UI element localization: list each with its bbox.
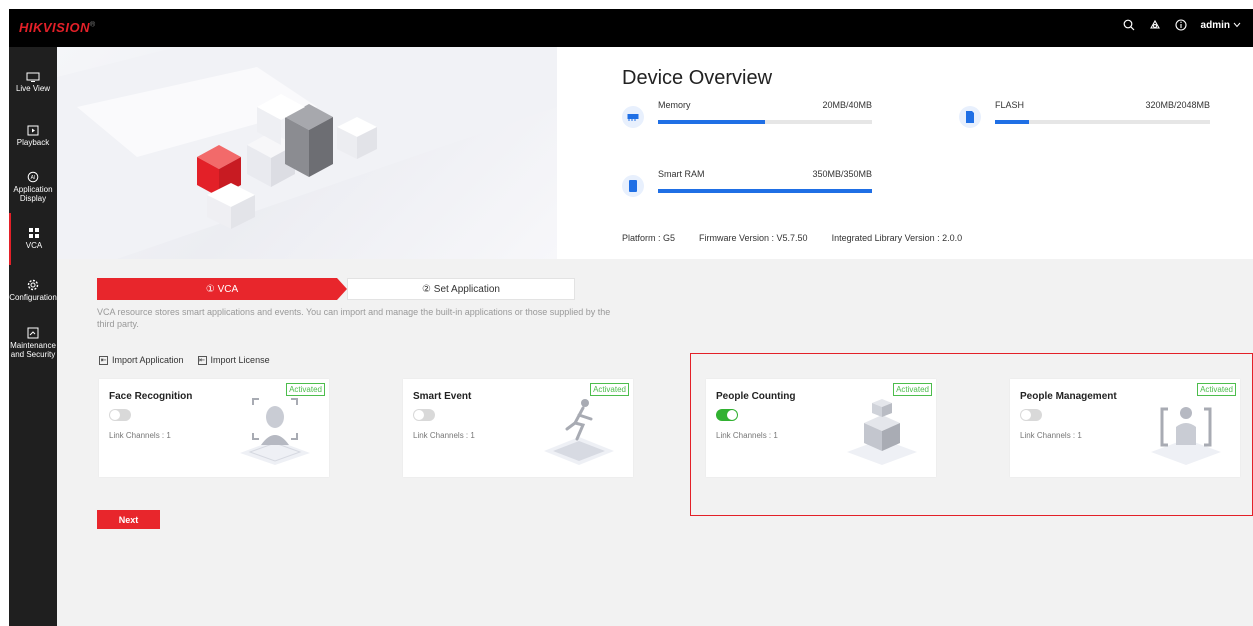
sidebar-item-live-view[interactable]: Live View bbox=[9, 57, 57, 109]
sidebar-item-vca[interactable]: VCA bbox=[9, 213, 57, 265]
device-overview-panel: Device Overview Memory 20MB/40MB FLASH 3… bbox=[57, 47, 1253, 259]
memory-progress bbox=[658, 120, 765, 124]
import-icon: ⇤ bbox=[99, 355, 108, 365]
import-application-button[interactable]: ⇤ Import Application bbox=[99, 355, 184, 365]
grid-icon bbox=[29, 228, 39, 239]
gear-icon bbox=[27, 280, 39, 291]
memory-icon bbox=[622, 106, 644, 128]
app-card-smart-event[interactable]: Smart Event Activated Link Channels : 1 bbox=[403, 379, 633, 477]
top-bar: HIKVISION® admin bbox=[9, 9, 1253, 47]
step-vca[interactable]: ① VCA bbox=[97, 278, 347, 300]
step-indicator: ① VCA ② Set Application bbox=[97, 278, 575, 300]
smart-ram-value: 350MB/350MB bbox=[812, 169, 872, 179]
hero-illustration bbox=[57, 47, 557, 259]
vca-description: VCA resource stores smart applications a… bbox=[97, 307, 611, 329]
flash-progress bbox=[995, 120, 1030, 124]
card-title: Smart Event bbox=[413, 391, 472, 402]
import-icon: ⇤ bbox=[197, 355, 207, 365]
library-text: Integrated Library Version : 2.0.0 bbox=[831, 233, 963, 243]
sidebar-item-configuration[interactable]: Configuration bbox=[9, 265, 57, 317]
ai-icon: AI bbox=[27, 171, 39, 183]
link-channels: Link Channels : 1 bbox=[413, 431, 475, 440]
app-card-face-recognition[interactable]: Face Recognition Activated Link Channels… bbox=[99, 379, 329, 477]
smart-ram-icon bbox=[622, 175, 644, 197]
chevron-down-icon bbox=[1233, 22, 1241, 28]
import-actions: ⇤ Import Application ⇤ Import License bbox=[99, 355, 270, 365]
face-recognition-icon bbox=[240, 398, 310, 465]
user-menu[interactable]: admin bbox=[1201, 20, 1241, 31]
flash-icon bbox=[959, 106, 981, 128]
import-license-button[interactable]: ⇤ Import License bbox=[197, 355, 270, 365]
page-title: Device Overview bbox=[622, 67, 773, 89]
hikvision-logo: HIKVISION® bbox=[19, 20, 96, 35]
selection-highlight bbox=[690, 353, 1253, 516]
memory-value: 20MB/40MB bbox=[822, 100, 872, 110]
device-info-line: Platform : G5 Firmware Version : V5.7.50… bbox=[622, 233, 962, 243]
monitor-icon bbox=[26, 72, 40, 83]
sidebar-item-maintenance-security[interactable]: Maintenance and Security bbox=[9, 317, 57, 369]
theme-icon[interactable] bbox=[1149, 19, 1161, 31]
flash-label: FLASH bbox=[995, 100, 1025, 110]
play-icon bbox=[27, 125, 39, 136]
memory-metric: Memory 20MB/40MB bbox=[622, 100, 872, 130]
maintenance-icon bbox=[27, 327, 39, 339]
smart-ram-progress bbox=[658, 189, 872, 193]
info-icon[interactable] bbox=[1174, 19, 1187, 31]
smart-event-icon bbox=[544, 399, 614, 465]
svg-text:AI: AI bbox=[31, 175, 36, 181]
sidebar-item-application-display[interactable]: AI Application Display bbox=[9, 161, 57, 213]
user-name: admin bbox=[1200, 19, 1230, 31]
smart-ram-label: Smart RAM bbox=[658, 169, 705, 179]
flash-value: 320MB/2048MB bbox=[1145, 100, 1210, 110]
enable-toggle[interactable] bbox=[109, 409, 131, 421]
smart-ram-metric: Smart RAM 350MB/350MB bbox=[622, 169, 872, 199]
step-set-application[interactable]: ② Set Application bbox=[347, 278, 575, 300]
sidebar-item-playback[interactable]: Playback bbox=[9, 110, 57, 162]
card-title: Face Recognition bbox=[109, 391, 193, 402]
flash-metric: FLASH 320MB/2048MB bbox=[959, 100, 1210, 130]
platform-text: Platform : G5 bbox=[622, 233, 676, 243]
search-icon[interactable] bbox=[1123, 19, 1135, 31]
sidebar: Live View Playback AI Application Displa… bbox=[9, 47, 57, 626]
firmware-text: Firmware Version : V5.7.50 bbox=[699, 233, 808, 243]
link-channels: Link Channels : 1 bbox=[109, 431, 171, 440]
next-button[interactable]: Next bbox=[97, 510, 160, 529]
memory-label: Memory bbox=[658, 100, 691, 110]
enable-toggle[interactable] bbox=[413, 409, 435, 421]
main-content: Device Overview Memory 20MB/40MB FLASH 3… bbox=[57, 47, 1253, 626]
